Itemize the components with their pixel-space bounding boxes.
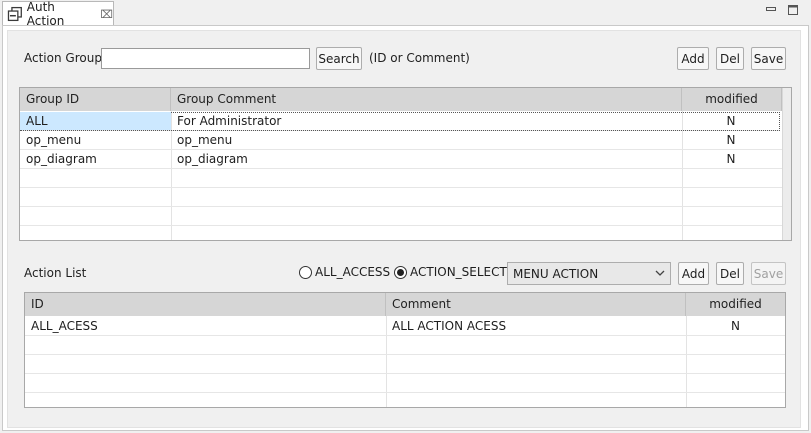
chevron-down-icon: [655, 270, 665, 276]
empty-row: [20, 188, 782, 207]
action-type-value: MENU ACTION: [513, 266, 599, 281]
table-row[interactable]: op_menu op_menu N: [20, 131, 782, 150]
tab-auth-action[interactable]: Auth Action ⌧: [2, 0, 114, 28]
save-action-button[interactable]: Save: [751, 262, 786, 285]
cell-group-comment: op_diagram: [177, 152, 248, 166]
cell-action-id: ALL_ACESS: [31, 319, 98, 333]
radio-action-select-label[interactable]: ACTION_SELECT: [410, 265, 507, 279]
group-table-header: Group ID Group Comment modified: [20, 88, 782, 111]
radio-all-access-label[interactable]: ALL_ACCESS: [315, 265, 390, 279]
table-row[interactable]: ALL For Administrator N: [20, 112, 780, 131]
tab-title: Auth Action: [26, 0, 65, 28]
column-header-modified[interactable]: modified: [686, 293, 785, 316]
action-group-search-input[interactable]: [101, 48, 310, 69]
radio-all-access[interactable]: [299, 266, 312, 279]
cell-modified: N: [726, 133, 736, 147]
empty-row: [20, 207, 782, 226]
group-table: Group ID Group Comment modified ALL For …: [19, 87, 792, 241]
cell-modified: N: [731, 319, 740, 333]
column-header-modified[interactable]: modified: [682, 88, 782, 111]
empty-row: [25, 336, 785, 355]
delete-action-button[interactable]: Del: [716, 262, 744, 285]
column-header-group-comment[interactable]: Group Comment: [171, 88, 682, 111]
action-group-label: Action Group: [24, 51, 102, 65]
minimize-icon[interactable]: [764, 3, 778, 17]
empty-row: [25, 355, 785, 374]
column-header-comment[interactable]: Comment: [386, 293, 686, 316]
search-hint: (ID or Comment): [369, 51, 470, 65]
radio-action-select[interactable]: [394, 266, 407, 279]
table-row[interactable]: op_diagram op_diagram N: [20, 150, 782, 169]
cell-group-id: op_diagram: [26, 152, 97, 166]
group-table-scrollbar[interactable]: [782, 88, 791, 240]
table-row[interactable]: ALL_ACESS ALL ACTION ACESS N: [25, 317, 785, 336]
empty-row: [25, 374, 785, 393]
cell-action-comment: ALL ACTION ACESS: [392, 319, 507, 333]
maximize-icon[interactable]: [786, 3, 800, 17]
action-type-select[interactable]: MENU ACTION: [507, 262, 671, 285]
cell-modified: N: [726, 152, 736, 166]
add-group-button[interactable]: Add: [677, 47, 709, 70]
tab-close-icon[interactable]: ⌧: [100, 8, 113, 21]
save-group-button[interactable]: Save: [751, 47, 786, 70]
cell-group-comment: For Administrator: [177, 114, 282, 128]
action-table: ID Comment modified ALL_ACESS ALL ACTION…: [24, 292, 786, 408]
action-list-label: Action List: [24, 266, 87, 280]
view-icon: [7, 6, 22, 22]
cell-group-id: ALL: [20, 112, 171, 130]
view-tab-strip: [0, 0, 811, 25]
cell-group-id: op_menu: [26, 133, 82, 147]
search-button[interactable]: Search: [316, 47, 362, 70]
empty-row: [20, 169, 782, 188]
add-action-button[interactable]: Add: [678, 262, 709, 285]
cell-modified: N: [726, 114, 736, 128]
column-header-group-id[interactable]: Group ID: [20, 88, 171, 111]
column-header-id[interactable]: ID: [25, 293, 386, 316]
cell-group-comment: op_menu: [177, 133, 233, 147]
delete-group-button[interactable]: Del: [716, 47, 744, 70]
action-table-header: ID Comment modified: [25, 293, 785, 316]
